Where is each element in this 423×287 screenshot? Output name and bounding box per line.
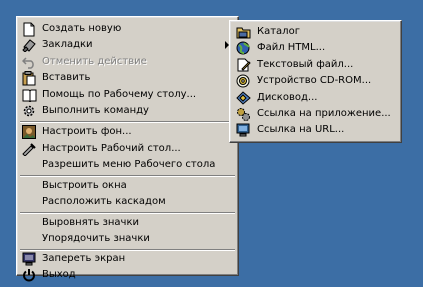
menu-item-logout[interactable]: Выход xyxy=(20,267,235,283)
menu-item-desktop-help[interactable]: Помощь по Рабочему столу... xyxy=(20,87,235,103)
menu-item-lock-screen[interactable]: Запереть экран xyxy=(20,251,235,267)
submenu-item-label: Ссылка на приложение... xyxy=(257,108,391,119)
submenu-item-label: Файл HTML... xyxy=(257,42,326,53)
help-book-icon xyxy=(21,87,37,103)
submenu-item-directory[interactable]: Каталог xyxy=(233,24,398,40)
menu-item-configure-background[interactable]: Настроить фон... xyxy=(20,124,235,140)
menu-item-enable-desktop-menu[interactable]: Разрешить меню Рабочего стола xyxy=(20,157,235,173)
text-file-icon xyxy=(235,57,251,73)
paste-icon xyxy=(21,70,37,86)
wallpaper-icon xyxy=(21,124,37,140)
menu-separator xyxy=(20,212,235,214)
submenu-item-label: Текстовый файл... xyxy=(257,59,354,70)
menu-item-label: Вставить xyxy=(42,72,91,83)
menu-item-configure-desktop[interactable]: Настроить Рабочий стол... xyxy=(20,141,235,157)
menu-item-label: Закладки xyxy=(42,39,93,50)
menu-item-label: Отменить действие xyxy=(42,56,147,67)
menu-item-label: Выполнить команду xyxy=(42,105,149,116)
submenu-item-floppy[interactable]: Дисковод... xyxy=(233,90,398,106)
menu-item-align-icons[interactable]: Выровнять значки xyxy=(20,215,235,231)
menu-item-label: Выход xyxy=(42,269,76,280)
floppy-icon xyxy=(235,90,251,106)
submenu-item-text-file[interactable]: Текстовый файл... xyxy=(233,57,398,73)
menu-separator xyxy=(20,121,235,123)
bookmarks-submenu: Каталог Файл HTML... Текстовый файл... У… xyxy=(229,20,402,143)
power-icon xyxy=(21,267,37,283)
menu-item-label: Выровнять значки xyxy=(42,217,139,228)
menu-item-label: Разрешить меню Рабочего стола xyxy=(42,159,216,170)
submenu-item-label: Дисковод... xyxy=(257,92,318,103)
submenu-item-url-link[interactable]: Ссылка на URL... xyxy=(233,122,398,138)
desktop-context-menu: Создать новую Закладки Отменить действие… xyxy=(16,16,239,282)
submenu-item-label: Ссылка на URL... xyxy=(257,124,345,135)
submenu-item-cdrom[interactable]: Устройство CD-ROM... xyxy=(233,73,398,89)
menu-item-label: Упорядочить значки xyxy=(42,233,150,244)
submenu-item-label: Каталог xyxy=(257,26,300,37)
menu-item-paste[interactable]: Вставить xyxy=(20,70,235,86)
run-gear-icon xyxy=(21,103,37,119)
desktop-settings-icon xyxy=(21,141,37,157)
menu-item-label: Настроить фон... xyxy=(42,126,132,137)
cdrom-icon xyxy=(235,73,251,89)
submenu-item-label: Устройство CD-ROM... xyxy=(257,75,372,86)
bookmark-icon xyxy=(21,37,37,53)
menu-item-label: Помощь по Рабочему столу... xyxy=(42,89,197,100)
menu-item-label: Расположить каскадом xyxy=(42,196,166,207)
menu-item-create-new[interactable]: Создать новую xyxy=(20,21,235,37)
menu-item-undo[interactable]: Отменить действие xyxy=(20,54,235,70)
menu-item-label: Настроить Рабочий стол... xyxy=(42,143,181,154)
menu-item-run-command[interactable]: Выполнить команду xyxy=(20,103,235,119)
new-document-icon xyxy=(21,21,37,37)
menu-item-label: Запереть экран xyxy=(42,253,126,264)
menu-item-arrange-icons[interactable]: Упорядочить значки xyxy=(20,231,235,247)
menu-item-bookmarks[interactable]: Закладки xyxy=(20,37,235,53)
menu-separator xyxy=(20,175,235,177)
menu-item-tile-windows[interactable]: Выстроить окна xyxy=(20,178,235,194)
app-link-icon xyxy=(235,106,251,122)
lock-screen-icon xyxy=(21,251,37,267)
url-link-icon xyxy=(235,122,251,138)
submenu-item-app-link[interactable]: Ссылка на приложение... xyxy=(233,106,398,122)
menu-item-cascade-windows[interactable]: Расположить каскадом xyxy=(20,194,235,210)
globe-icon xyxy=(235,40,251,56)
menu-item-label: Выстроить окна xyxy=(42,180,127,191)
folder-icon xyxy=(235,24,251,40)
menu-item-label: Создать новую xyxy=(42,23,122,34)
submenu-item-html-file[interactable]: Файл HTML... xyxy=(233,40,398,56)
undo-icon xyxy=(21,54,37,70)
